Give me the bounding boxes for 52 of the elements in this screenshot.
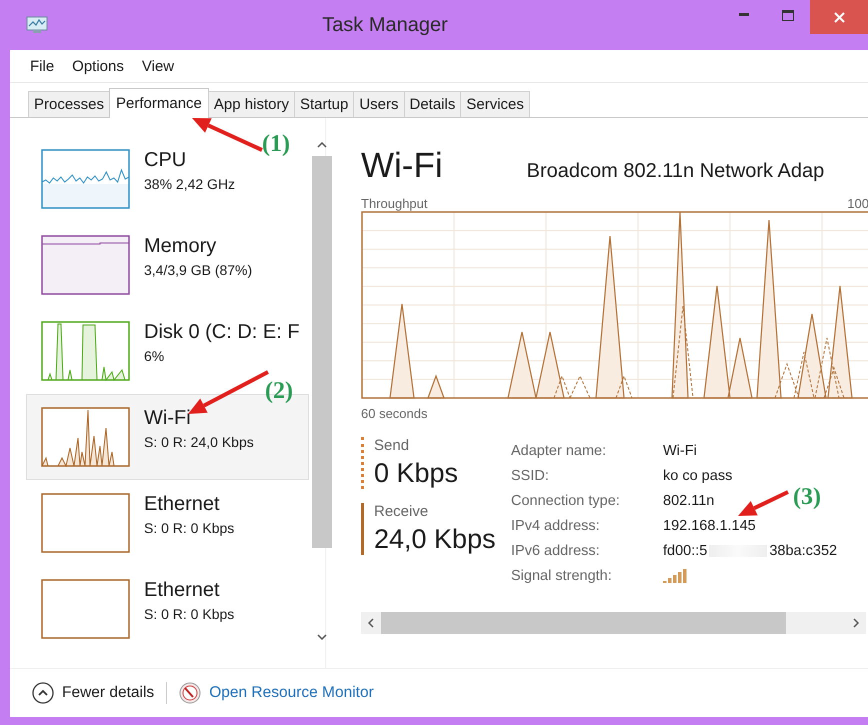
adapter-name: Broadcom 802.11n Network Adap bbox=[526, 160, 824, 183]
time-span-label: 60 seconds bbox=[361, 406, 428, 421]
menu-item[interactable]: File bbox=[30, 58, 54, 74]
property-label: Connection type: bbox=[511, 493, 620, 509]
resource-name: Ethernet bbox=[144, 579, 221, 602]
property-value: fd00::5 bbox=[663, 543, 708, 559]
resource-name: Disk 0 (C: D: E: F bbox=[144, 321, 300, 344]
receive-rate: 24,0 Kbps bbox=[374, 524, 497, 555]
resource-detail: S: 0 R: 24,0 Kbps bbox=[144, 434, 254, 450]
tab[interactable]: Users bbox=[353, 91, 404, 117]
resource-item[interactable]: Memory 3,4/3,9 GB (87%) bbox=[26, 234, 262, 294]
property-value: 38ba:c352 bbox=[769, 543, 838, 559]
property-value: Wi-Fi bbox=[663, 443, 697, 459]
resource-detail: 3,4/3,9 GB (87%) bbox=[144, 262, 252, 278]
property-label: IPv4 address: bbox=[511, 518, 600, 534]
resource-detail: 38% 2,42 GHz bbox=[144, 176, 236, 192]
tab[interactable]: Details bbox=[404, 91, 462, 117]
menu-item[interactable]: View bbox=[142, 58, 174, 74]
tab[interactable]: Services bbox=[460, 91, 530, 117]
property-value: 802.11n bbox=[663, 493, 714, 509]
tab[interactable]: Processes bbox=[28, 91, 110, 117]
detail-title: Wi-Fi bbox=[361, 146, 443, 186]
annotation-label: (3) bbox=[793, 484, 821, 511]
property-value: ko co pass bbox=[663, 468, 732, 484]
resource-name: Ethernet bbox=[144, 493, 221, 516]
resource-name: CPU bbox=[144, 149, 188, 172]
resource-detail: S: 0 R: 0 Kbps bbox=[144, 606, 234, 622]
property-label: Adapter name: bbox=[511, 443, 606, 459]
property-label: Signal strength: bbox=[511, 568, 612, 584]
property-label: SSID: bbox=[511, 468, 549, 484]
window-title: Task Manager bbox=[322, 14, 448, 36]
tab[interactable]: Performance bbox=[109, 88, 209, 118]
tab[interactable]: App history bbox=[208, 91, 295, 117]
resource-item[interactable]: Ethernet S: 0 R: 0 Kbps bbox=[26, 578, 244, 638]
resource-detail: S: 0 R: 0 Kbps bbox=[144, 520, 234, 536]
property-label: IPv6 address: bbox=[511, 543, 600, 559]
send-label: Send bbox=[374, 437, 410, 454]
resource-item[interactable]: Disk 0 (C: D: E: F 6% bbox=[26, 320, 309, 380]
send-rate: 0 Kbps bbox=[374, 458, 460, 489]
resource-name: Wi-Fi bbox=[144, 407, 192, 430]
tab[interactable]: Startup bbox=[294, 91, 354, 117]
annotation-label: (1) bbox=[262, 131, 290, 158]
chart-label: Throughput bbox=[361, 196, 428, 211]
resource-detail: 6% bbox=[144, 348, 166, 364]
resource-item[interactable]: Ethernet S: 0 R: 0 Kbps bbox=[26, 492, 244, 552]
property-value: 192.168.1.145 bbox=[663, 518, 756, 534]
fewer-details-button[interactable]: Fewer details bbox=[32, 682, 154, 704]
resource-name: Memory bbox=[144, 235, 218, 258]
menu-item[interactable]: Options bbox=[72, 58, 124, 74]
resource-monitor-link[interactable]: Open Resource Monitor bbox=[209, 684, 374, 702]
receive-label: Receive bbox=[374, 503, 430, 520]
resource-item[interactable]: CPU 38% 2,42 GHz bbox=[26, 148, 244, 208]
